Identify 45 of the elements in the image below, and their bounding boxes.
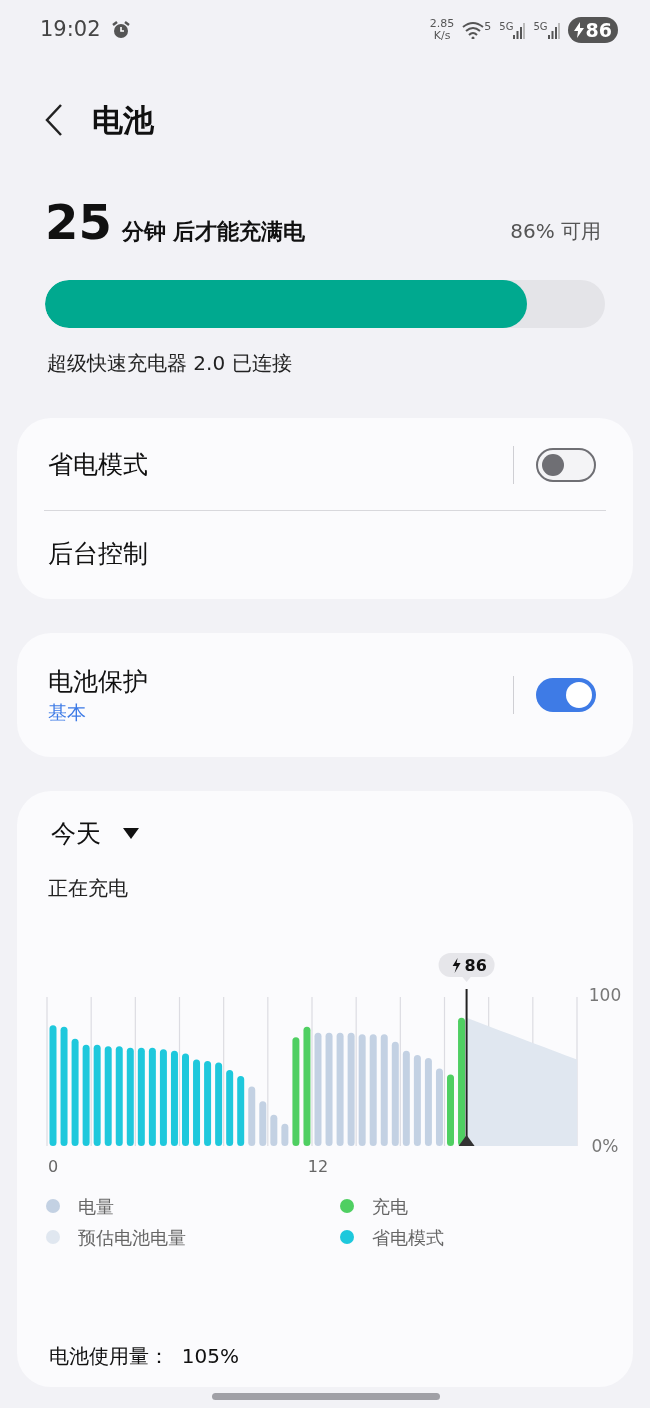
charge-time-label: 分钟 后才能充满电: [121, 218, 306, 246]
axis-label: 12: [307, 1156, 329, 1175]
annotation: 86: [464, 955, 487, 975]
charging-status: 正在充电: [48, 875, 128, 900]
row-label: 省电模式: [48, 449, 148, 481]
page-title: 电池: [92, 100, 154, 140]
back-icon[interactable]: [44, 103, 64, 137]
wifi-icon: [462, 21, 485, 39]
settings-row[interactable]: 省电模式: [44, 420, 606, 511]
row-subtitle: 基本: [48, 700, 87, 725]
minutes-value: 25: [45, 194, 112, 250]
network-type: 5G: [499, 21, 514, 32]
settings-row[interactable]: 后台控制: [44, 511, 606, 597]
row-label: 后台控制: [48, 538, 148, 570]
legend-label: 充电: [371, 1194, 408, 1219]
alarm-icon: [110, 20, 131, 40]
chart-bar: [281, 1123, 289, 1146]
chart-bar: [248, 1085, 256, 1146]
chart-bar: [259, 1100, 267, 1146]
toggle-switch[interactable]: [536, 678, 596, 712]
caret-icon: [123, 828, 139, 840]
axis-label: 0%: [591, 1135, 619, 1156]
axis-label: 0: [47, 1156, 59, 1175]
legend-label: 电量: [78, 1194, 114, 1219]
chart-bar: [447, 1074, 454, 1146]
available-percent: 86% 可用: [510, 218, 601, 245]
chart-bar: [270, 1114, 278, 1146]
clock-time: 19:02: [40, 16, 101, 44]
charger-status: 超级快速充电器 2.0 已连接: [47, 351, 292, 375]
toggle-switch[interactable]: [536, 448, 596, 482]
legend-label: 预估电池电量: [78, 1225, 186, 1250]
battery-indicator: 86: [567, 17, 618, 43]
signal-icon: [547, 21, 560, 39]
signal-icon: [513, 21, 526, 39]
wifi-band-label: 5: [484, 21, 492, 33]
settings-row[interactable]: 电池保护 基本: [44, 639, 606, 751]
axis-label: 100: [588, 984, 622, 1005]
row-label: 电池保护: [48, 666, 148, 698]
chart-bar: [237, 1075, 245, 1146]
network-speed: 2.85 K/s: [429, 18, 455, 42]
usage-total: 电池使用量： 105%: [49, 1343, 239, 1368]
period-dropdown[interactable]: 今天: [51, 815, 139, 853]
charge-level-callout: 86: [438, 952, 495, 982]
legend-label: 省电模式: [371, 1225, 444, 1250]
network-type: 5G: [533, 21, 548, 32]
